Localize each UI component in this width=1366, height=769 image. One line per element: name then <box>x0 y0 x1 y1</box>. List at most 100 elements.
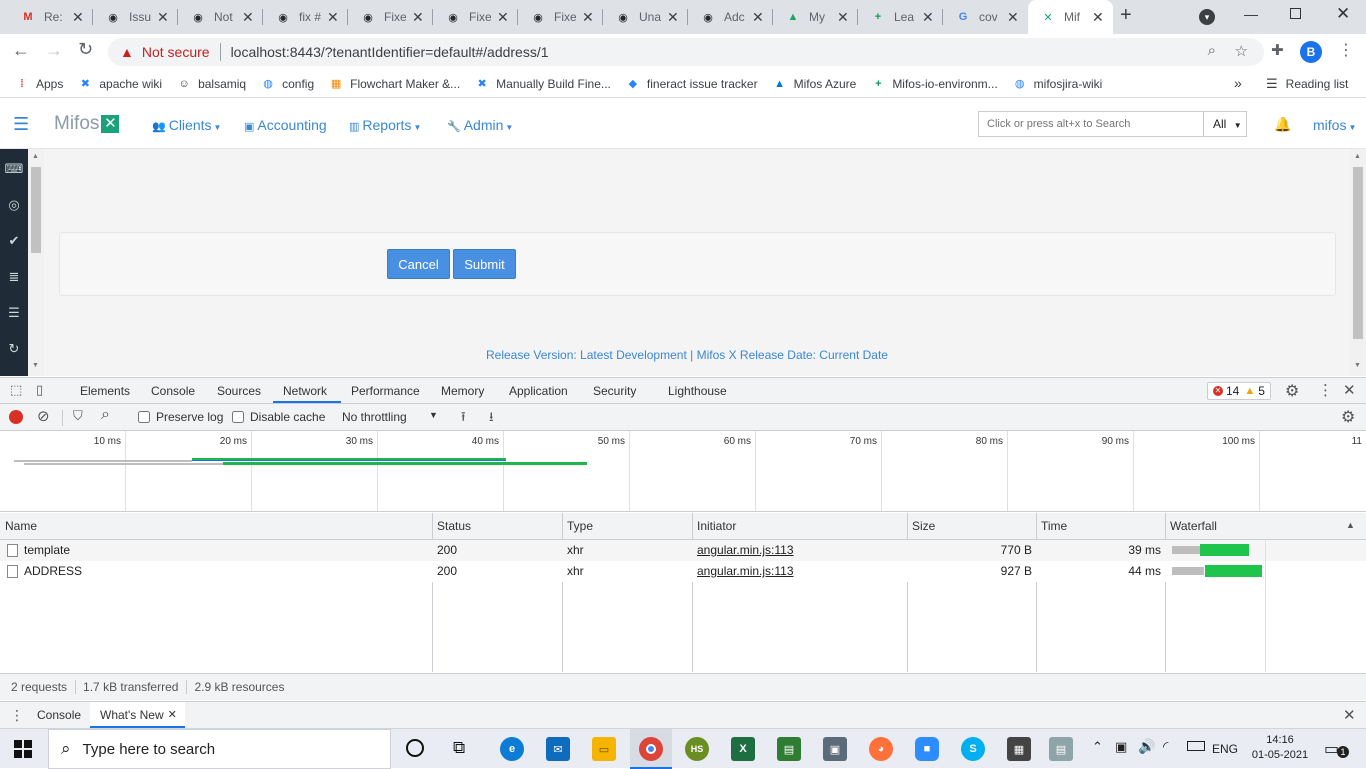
reading-list-button[interactable]: ☰ Reading list <box>1266 76 1348 92</box>
column-header-status[interactable]: Status <box>432 513 562 540</box>
reload-button[interactable]: ↻ <box>78 39 93 60</box>
drawer-tab-console[interactable]: Console <box>37 708 81 722</box>
zoom-app-icon[interactable]: ■ <box>915 737 939 761</box>
chrome-icon[interactable] <box>639 737 663 761</box>
address-bar[interactable]: ▲ Not secure localhost:8443/?tenantIdent… <box>108 38 1264 66</box>
search-icon[interactable]: ⌕ <box>101 406 110 424</box>
preserve-log-checkbox[interactable] <box>138 411 150 423</box>
browser-tab[interactable]: ◉ Fixe ✕ <box>518 0 603 34</box>
preserve-log-option[interactable]: Preserve log <box>138 410 223 424</box>
import-har-icon[interactable]: ⭱ <box>461 408 466 430</box>
column-header-size[interactable]: Size <box>907 513 1036 540</box>
request-initiator-link[interactable]: angular.min.js:113 <box>697 543 794 557</box>
close-tab-icon[interactable]: ✕ <box>1007 9 1019 26</box>
devtools-tab-console[interactable]: Console <box>151 384 195 398</box>
cancel-button[interactable]: Cancel <box>387 249 450 279</box>
request-name[interactable]: ADDRESS <box>24 564 82 578</box>
tray-overflow-icon[interactable]: ⌃ <box>1092 739 1103 755</box>
taskbar-search-box[interactable]: ⌕ Type here to search <box>48 729 391 769</box>
refresh-icon[interactable]: ↻ <box>0 339 28 359</box>
document-list-icon[interactable]: ☰ <box>0 303 28 323</box>
bookmark-item[interactable]: + Mifos-io-environm... <box>870 76 998 92</box>
close-tab-icon[interactable]: ✕ <box>752 9 764 26</box>
nav-accounting[interactable]: ▣ Accounting <box>244 117 327 133</box>
browser-menu-icon[interactable]: ⋮ <box>1338 40 1354 60</box>
column-header-time[interactable]: Time <box>1036 513 1165 540</box>
url-text[interactable]: localhost:8443/?tenantIdentifier=default… <box>231 44 549 60</box>
tray-app-icon[interactable]: ▣ <box>1115 739 1127 755</box>
browser-tab[interactable]: ◉ Issu ✕ <box>93 0 178 34</box>
hs-app-icon[interactable]: HS <box>685 737 709 761</box>
volume-icon[interactable]: 🔊 <box>1138 738 1155 755</box>
drawer-menu-icon[interactable]: ⋮ <box>10 707 24 724</box>
devtools-tab-application[interactable]: Application <box>509 384 568 398</box>
close-tab-icon[interactable]: ✕ <box>327 9 339 26</box>
file-explorer-icon[interactable]: ▭ <box>592 737 616 761</box>
mifos-logo[interactable]: Mifos ✕ <box>54 113 120 135</box>
devtools-tab-sources[interactable]: Sources <box>217 384 261 398</box>
browser-tab[interactable]: ◉ Una ✕ <box>603 0 688 34</box>
calculator-icon[interactable]: ▦ <box>1007 737 1031 761</box>
browser-tab[interactable]: ▲ My ✕ <box>773 0 858 34</box>
search-scope-dropdown[interactable]: All ▼ <box>1203 112 1247 136</box>
page-scrollbar[interactable]: ▲ ▼ <box>1350 149 1366 376</box>
devtools-menu-icon[interactable]: ⋮ <box>1318 381 1333 399</box>
close-tab-icon[interactable]: ✕ <box>72 9 84 26</box>
bookmark-item[interactable]: ◍ mifosjira-wiki <box>1012 76 1102 92</box>
scroll-down-arrow-icon[interactable]: ▼ <box>1354 362 1361 369</box>
column-header-name[interactable]: Name <box>0 513 432 540</box>
cortana-icon[interactable] <box>406 739 424 757</box>
nav-admin[interactable]: 🔧 Admin ▼ <box>447 117 513 133</box>
submit-button[interactable]: Submit <box>453 249 516 279</box>
tab-search-icon[interactable]: ▾ <box>1199 9 1215 25</box>
bookmark-item[interactable]: ☺ balsamiq <box>176 76 246 92</box>
bookmark-star-icon[interactable]: ☆ <box>1235 42 1248 60</box>
close-tab-icon[interactable]: ✕ <box>497 9 509 26</box>
close-tab-icon[interactable]: ✕ <box>837 9 849 26</box>
close-tab-icon[interactable]: ✕ <box>157 9 169 26</box>
close-tab-icon[interactable]: ✕ <box>412 9 424 26</box>
skype-icon[interactable]: S <box>961 737 985 761</box>
back-button[interactable]: ← <box>12 40 30 61</box>
bookmark-item[interactable]: ⁞ Apps <box>14 76 63 92</box>
filter-icon[interactable]: ⛉ <box>73 408 83 424</box>
edge-icon[interactable]: e <box>500 737 524 761</box>
browser-tab[interactable]: Gcov ✕ <box>943 0 1028 34</box>
browser-tab[interactable]: + Lea ✕ <box>858 0 943 34</box>
extensions-icon[interactable]: ✚ <box>1271 41 1284 59</box>
nav-clients[interactable]: 👥 Clients ▼ <box>152 117 221 133</box>
page-scroll-thumb[interactable] <box>1353 167 1363 339</box>
devtools-tab-performance[interactable]: Performance <box>351 384 420 398</box>
close-tab-icon[interactable]: ✕ <box>242 9 254 26</box>
list-icon[interactable]: ≣ <box>0 267 28 287</box>
devtools-tab-network[interactable]: Network <box>283 384 327 398</box>
bookmark-item[interactable]: ✖ apache wiki <box>77 76 162 92</box>
checkmark-icon[interactable]: ✔ <box>0 231 28 251</box>
scroll-up-arrow-icon[interactable]: ▲ <box>1354 153 1361 160</box>
forward-button[interactable]: → <box>45 40 63 61</box>
close-tab-icon[interactable]: ✕ <box>582 9 594 26</box>
sidebar-scrollbar[interactable]: ▲ ▼ <box>28 149 44 376</box>
tools-app-icon[interactable]: ▣ <box>823 737 847 761</box>
security-status[interactable]: Not secure <box>142 44 210 60</box>
dashboard-icon[interactable]: ◎ <box>0 195 28 215</box>
drawer-tab-whats-new[interactable]: What's New ✕ <box>90 702 185 728</box>
column-header-initiator[interactable]: Initiator <box>692 513 907 540</box>
mail-icon[interactable]: ✉ <box>546 737 570 761</box>
new-tab-button[interactable]: + <box>1120 4 1132 27</box>
browser-tab[interactable]: ◉ Fixe ✕ <box>433 0 518 34</box>
profile-avatar[interactable]: B <box>1300 41 1322 63</box>
excel-icon[interactable]: X <box>731 737 755 761</box>
restore-button[interactable] <box>1290 8 1301 19</box>
zoom-icon[interactable]: ⌕ <box>1208 42 1216 59</box>
browser-tab[interactable]: ✕ Mif ✕ <box>1028 0 1113 34</box>
clock[interactable]: 14:16 01-05-2021 <box>1250 733 1310 763</box>
devtools-tab-memory[interactable]: Memory <box>441 384 484 398</box>
request-name[interactable]: template <box>24 543 70 557</box>
drawer-close-icon[interactable]: ✕ <box>1343 706 1356 724</box>
close-tab-icon[interactable]: ✕ <box>667 9 679 26</box>
windows-start-icon[interactable] <box>14 740 32 758</box>
notifications-bell-icon[interactable]: 🔔 <box>1274 116 1291 133</box>
bookmark-item[interactable]: ◆ fineract issue tracker <box>625 76 758 92</box>
column-header-waterfall[interactable]: Waterfall <box>1165 513 1366 540</box>
